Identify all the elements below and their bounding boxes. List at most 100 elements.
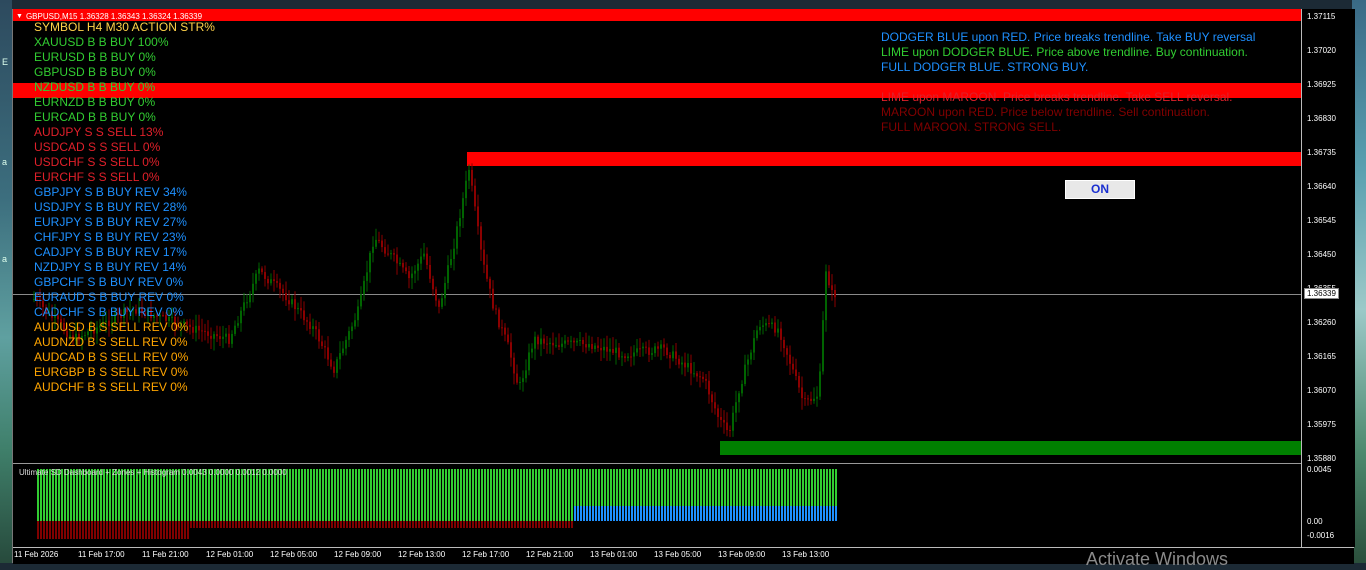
histogram-bar-lower: [277, 506, 279, 521]
histogram-bar-lower: [478, 506, 480, 521]
candle-body: [702, 376, 704, 379]
time-label: 12 Feb 09:00: [334, 550, 382, 559]
histogram-bar: [361, 469, 363, 506]
histogram-bar-negative: [445, 521, 447, 528]
histogram-bar-negative: [55, 521, 57, 539]
histogram-bar-lower: [295, 506, 297, 521]
histogram-bar-negative: [727, 521, 729, 528]
price-tick: 1.36070: [1307, 386, 1336, 395]
histogram-bar: [541, 469, 543, 506]
histogram-bar-lower: [67, 506, 69, 521]
histogram-bar-lower: [439, 506, 441, 521]
histogram-bar-negative: [775, 521, 777, 528]
histogram-bar-lower: [832, 506, 834, 521]
histogram-bar: [349, 469, 351, 506]
candle-body: [363, 280, 365, 295]
histogram-bar: [451, 469, 453, 506]
histogram-bar-lower: [595, 506, 597, 521]
histogram-bar-lower: [91, 506, 93, 521]
histogram-bar-lower: [517, 506, 519, 521]
candle-body: [582, 339, 584, 345]
histogram-bar-lower: [418, 506, 420, 521]
candle-body: [495, 308, 497, 310]
candle-body: [366, 272, 368, 281]
histogram-bar: [397, 469, 399, 506]
candle-body: [219, 336, 221, 339]
time-label: 12 Feb 05:00: [270, 550, 318, 559]
histogram-bar-negative: [241, 521, 243, 528]
histogram-bar-negative: [361, 521, 363, 528]
histogram-bar-negative: [85, 521, 87, 539]
candle-body: [747, 359, 749, 365]
chart-window[interactable]: ▼ GBPUSD,M15 1.36328 1.36343 1.36324 1.3…: [12, 9, 1355, 569]
demand-zone: [720, 441, 1301, 455]
histogram-bar-lower: [703, 506, 705, 521]
histogram-bar: [748, 469, 750, 506]
histogram-bar-lower: [784, 506, 786, 521]
histogram-bar-lower: [829, 506, 831, 521]
histogram-bar-lower: [106, 506, 108, 521]
histogram-bar-lower: [166, 506, 168, 521]
histogram-bar-lower: [739, 506, 741, 521]
histogram-bar-lower: [610, 506, 612, 521]
histogram-bar-lower: [454, 506, 456, 521]
histogram-bar-negative: [112, 521, 114, 539]
main-price-chart[interactable]: ▼ GBPUSD,M15 1.36328 1.36343 1.36324 1.3…: [13, 9, 1301, 461]
histogram-bar-negative: [673, 521, 675, 528]
histogram-bar: [658, 469, 660, 506]
histogram-bar-negative: [91, 521, 93, 539]
dashboard-row: AUDNZD B S SELL REV 0%: [34, 335, 188, 349]
candle-body: [681, 362, 683, 365]
histogram-bar-lower: [235, 506, 237, 521]
histogram-bar: [811, 469, 813, 506]
histogram-bar-lower: [778, 506, 780, 521]
histogram-bar-negative: [796, 521, 798, 528]
time-label: 11 Feb 21:00: [142, 550, 189, 559]
histogram-bar: [808, 469, 810, 506]
histogram-bar-lower: [82, 506, 84, 521]
dashboard-row: CHFJPY S B BUY REV 23%: [34, 230, 187, 244]
candle-body: [513, 357, 515, 374]
histogram-bar-lower: [523, 506, 525, 521]
histogram-bar-negative: [520, 521, 522, 528]
histogram-bar-lower: [52, 506, 54, 521]
histogram-bar-negative: [109, 521, 111, 539]
histogram-bar-negative: [379, 521, 381, 528]
histogram-bar-negative: [355, 521, 357, 528]
histogram-bar-negative: [184, 521, 186, 539]
signal-legend: DODGER BLUE upon RED. Price breaks trend…: [881, 30, 1255, 135]
histogram-bar-lower: [238, 506, 240, 521]
histogram-bar-negative: [688, 521, 690, 528]
histogram-bar-negative: [193, 521, 195, 528]
histogram-bar-lower: [391, 506, 393, 521]
candle-body: [252, 283, 254, 295]
histogram-bar: [316, 469, 318, 506]
histogram-bar-lower: [160, 506, 162, 521]
candle-body: [624, 356, 626, 359]
candle-body: [477, 206, 479, 227]
histogram-bar: [292, 469, 294, 506]
histogram-bar-negative: [211, 521, 213, 528]
histogram-bar-negative: [124, 521, 126, 539]
candle-body: [675, 351, 677, 359]
histogram-bar-lower: [181, 506, 183, 521]
histogram-bar: [676, 469, 678, 506]
histogram-bar-negative: [61, 521, 63, 539]
histogram-bar-negative: [559, 521, 561, 528]
histogram-bar-negative: [751, 521, 753, 528]
histogram-bar: [328, 469, 330, 506]
price-axis[interactable]: 1.37115 1.37020 1.36925 1.36830 1.36735 1.366…: [1301, 9, 1355, 547]
indicator-subwindow[interactable]: Ultimate SD Dashboard + Zones + Histogra…: [13, 463, 1301, 548]
candle-body: [342, 348, 344, 354]
chevron-down-icon[interactable]: ▼: [16, 13, 23, 20]
histogram-bar-lower: [325, 506, 327, 521]
histogram-bar-lower: [172, 506, 174, 521]
histogram-bar-negative: [433, 521, 435, 528]
candle-body: [243, 302, 245, 311]
histogram-bar-negative: [247, 521, 249, 528]
histogram-bar: [724, 469, 726, 506]
histogram-bar-negative: [427, 521, 429, 528]
on-toggle-button[interactable]: ON: [1065, 180, 1135, 199]
candle-body: [732, 412, 734, 431]
candle-body: [615, 347, 617, 353]
